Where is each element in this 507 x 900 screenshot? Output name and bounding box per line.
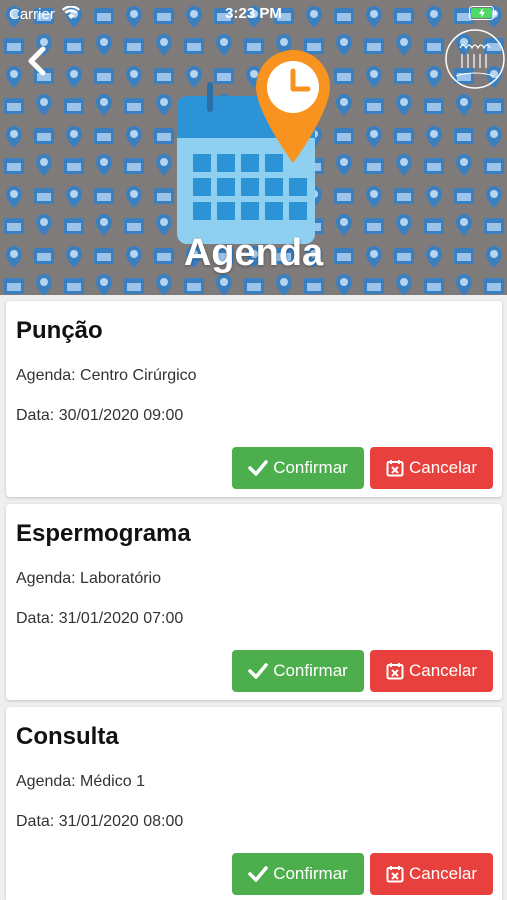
appointment-title: Punção [16, 317, 103, 344]
confirm-button[interactable]: Confirmar [232, 853, 364, 895]
appointment-agenda: Agenda: Laboratório [16, 570, 161, 587]
calendar-clock-icon [177, 50, 330, 244]
status-time: 3:23 PM [225, 5, 282, 22]
appointment-card: Consulta Agenda: Médico 1 Data: 31/01/20… [6, 707, 502, 900]
confirm-label: Confirmar [273, 864, 348, 883]
confirm-button[interactable]: Confirmar [232, 650, 364, 692]
cancel-button[interactable]: Cancelar [370, 650, 493, 692]
header-banner: Carrier 3:23 PM Agenda [0, 0, 507, 295]
cancel-label: Cancelar [408, 864, 478, 883]
appointment-agenda: Agenda: Médico 1 [16, 773, 145, 790]
check-icon [248, 866, 268, 882]
appointment-agenda: Agenda: Centro Cirúrgico [16, 367, 197, 384]
confirm-label: Confirmar [273, 458, 348, 477]
appointment-card: Punção Agenda: Centro Cirúrgico Data: 30… [6, 301, 502, 497]
cancel-button[interactable]: Cancelar [370, 447, 493, 489]
confirm-button[interactable]: Confirmar [232, 447, 364, 489]
status-bar: Carrier 3:23 PM [0, 0, 507, 28]
cancel-button[interactable]: Cancelar [370, 853, 493, 895]
back-arrow-icon[interactable] [24, 44, 52, 78]
appointment-date: Data: 31/01/2020 07:00 [16, 610, 184, 627]
brand-logo [445, 29, 505, 89]
page-title: Agenda [183, 232, 324, 274]
appointment-date: Data: 31/01/2020 08:00 [16, 813, 184, 830]
battery-icon [469, 6, 497, 20]
appointment-title: Consulta [16, 723, 119, 750]
cancel-label: Cancelar [408, 458, 478, 477]
calendar-x-icon [386, 866, 404, 883]
appointment-list: Punção Agenda: Centro Cirúrgico Data: 30… [0, 295, 507, 900]
check-icon [248, 663, 268, 679]
check-icon [248, 460, 268, 476]
confirm-label: Confirmar [273, 661, 348, 680]
appointment-title: Espermograma [16, 520, 191, 547]
calendar-x-icon [386, 663, 404, 680]
appointment-date: Data: 30/01/2020 09:00 [16, 407, 184, 424]
calendar-x-icon [386, 460, 404, 477]
appointment-card: Espermograma Agenda: Laboratório Data: 3… [6, 504, 502, 700]
cancel-label: Cancelar [408, 661, 478, 680]
